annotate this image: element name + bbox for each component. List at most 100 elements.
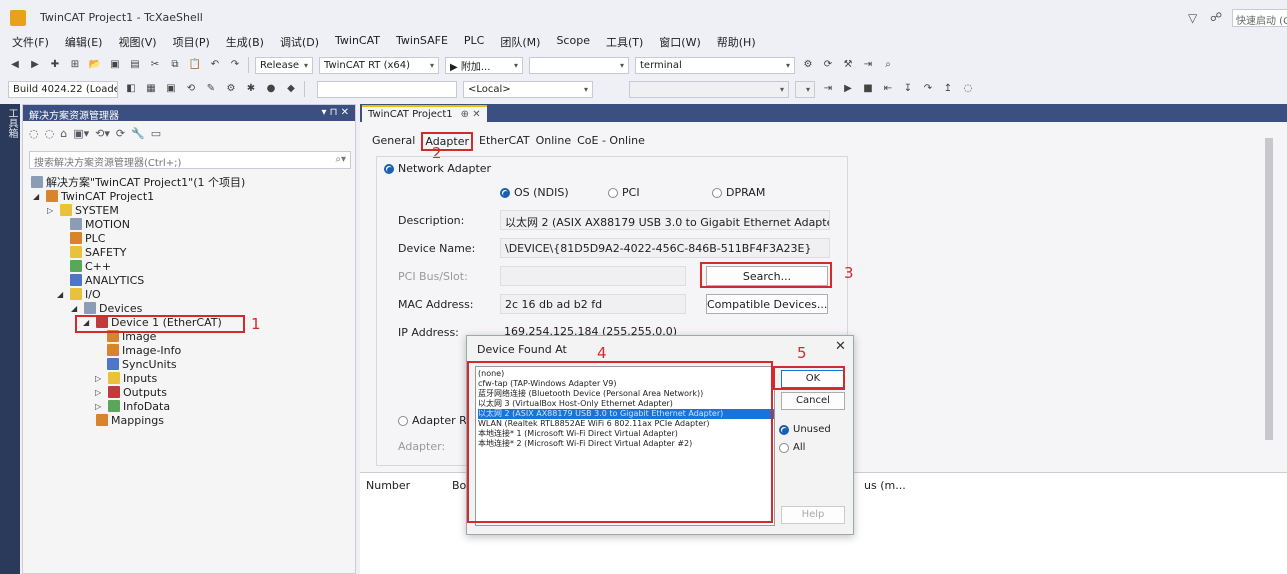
plc-start-icon[interactable]: ▶ <box>841 82 855 96</box>
tree-inputs-node[interactable]: ▷ Inputs <box>95 371 157 385</box>
open-icon[interactable]: 📂 <box>88 58 102 72</box>
compatible-devices-button[interactable]: Compatible Devices... <box>706 294 828 314</box>
menu-file[interactable]: 文件(F) <box>12 34 49 52</box>
tree-safety-node[interactable]: SAFETY <box>57 245 126 259</box>
tree-infodata-node[interactable]: ▷ InfoData <box>95 399 170 413</box>
config-mode-icon[interactable]: ⚒ <box>841 58 855 72</box>
menu-team[interactable]: 团队(M) <box>500 34 540 52</box>
menu-edit[interactable]: 编辑(E) <box>65 34 103 52</box>
debug-icon[interactable]: ✱ <box>244 82 258 96</box>
radio-os-ndis[interactable]: OS (NDIS) <box>500 186 569 199</box>
activate-config-icon[interactable]: ⚙ <box>801 58 815 72</box>
vertical-scrollbar[interactable] <box>1265 138 1273 440</box>
radio-unused-dot[interactable] <box>779 424 789 435</box>
radio-pci[interactable]: PCI <box>608 186 640 199</box>
solution-search-input[interactable]: 搜索解决方案资源管理器(Ctrl+;) ⌕▾ <box>29 151 351 169</box>
find-combo[interactable]: terminal ▾ <box>635 56 795 74</box>
tab-general[interactable]: General <box>372 132 415 151</box>
radio-all[interactable]: All <box>779 442 805 453</box>
column-status[interactable]: us (m... <box>864 479 906 492</box>
cancel-button[interactable]: Cancel <box>781 392 845 410</box>
plc-logout-icon[interactable]: ⇤ <box>881 82 895 96</box>
menu-view[interactable]: 视图(V) <box>118 34 156 52</box>
tab-twincat-project1[interactable]: TwinCAT Project1 ⊕ ✕ <box>362 105 487 122</box>
menu-tools[interactable]: 工具(T) <box>606 34 643 52</box>
menu-scope[interactable]: Scope <box>556 34 590 52</box>
new-project-icon[interactable]: ✚ <box>48 58 62 72</box>
add-item-icon[interactable]: ⊞ <box>68 58 82 72</box>
menu-plc[interactable]: PLC <box>464 34 484 52</box>
menu-build[interactable]: 生成(B) <box>226 34 264 52</box>
column-number[interactable]: Number <box>366 479 410 492</box>
tree-project-node[interactable]: ◢ TwinCAT Project1 <box>33 189 154 203</box>
menu-window[interactable]: 窗口(W) <box>659 34 700 52</box>
redo-icon[interactable]: ↷ <box>228 58 242 72</box>
watch-icon[interactable]: ◆ <box>284 82 298 96</box>
preview-icon[interactable]: ▭ <box>151 127 161 140</box>
build-select[interactable]: Build 4024.22 (Loaded▾ <box>8 80 118 98</box>
undo-icon[interactable]: ↶ <box>208 58 222 72</box>
login-icon[interactable]: ⇥ <box>861 58 875 72</box>
save-all-icon[interactable]: ▤ <box>128 58 142 72</box>
grid-icon[interactable]: ▦ <box>144 82 158 96</box>
breakpoint-icon[interactable]: ● <box>264 82 278 96</box>
radio-adapter-reference[interactable] <box>398 415 408 426</box>
copy-icon[interactable]: ⧉ <box>168 58 182 72</box>
menu-twinsafe[interactable]: TwinSAFE <box>396 34 448 52</box>
help-button[interactable]: Help <box>781 506 845 524</box>
refresh-icon[interactable]: ⟳ <box>116 127 125 140</box>
attach-button[interactable]: ▶ 附加... ▾ <box>445 56 523 74</box>
close-icon[interactable]: ⊕ ✕ <box>461 109 481 120</box>
scan-icon[interactable]: ⌕ <box>881 58 895 72</box>
tree-devices-node[interactable]: ◢ Devices <box>71 301 142 315</box>
switch-views-icon[interactable]: ▣▾ <box>73 127 89 140</box>
tree-system-node[interactable]: ▷ SYSTEM <box>47 203 119 217</box>
plc-login-icon[interactable]: ⇥ <box>821 82 835 96</box>
blank-select[interactable]: ▾ <box>529 56 629 74</box>
plc-stop-icon[interactable]: ■ <box>861 82 875 96</box>
properties-icon[interactable]: 🔧 <box>131 127 145 140</box>
menu-help[interactable]: 帮助(H) <box>717 34 756 52</box>
panel-controls[interactable]: ▾ ⊓ ✕ <box>321 107 349 119</box>
feedback-icon[interactable]: ☍ <box>1210 10 1222 24</box>
tab-ethercat[interactable]: EtherCAT <box>479 132 530 151</box>
column-bo[interactable]: Bo <box>452 479 466 492</box>
tree-mappings-node[interactable]: Mappings <box>83 413 164 427</box>
radio-network-adapter[interactable] <box>384 163 394 174</box>
radio-all-dot[interactable] <box>779 442 789 453</box>
radio-dpram[interactable]: DPRAM <box>712 186 765 199</box>
tab-online[interactable]: Online <box>536 132 571 151</box>
tree-analytics-node[interactable]: ANALYTICS <box>57 273 144 287</box>
step-into-icon[interactable]: ↧ <box>901 82 915 96</box>
configuration-select[interactable]: Release ▾ <box>255 56 313 74</box>
blank-combo[interactable] <box>317 80 457 98</box>
radio-dpram-dot[interactable] <box>712 187 722 198</box>
menu-twincat[interactable]: TwinCAT <box>335 34 380 52</box>
target-system-select[interactable]: <Local> ▾ <box>463 80 593 98</box>
save-icon[interactable]: ▣ <box>108 58 122 72</box>
home-icon[interactable]: ⌂ <box>60 127 67 140</box>
quick-launch-input[interactable]: 快速启动 (Ctrl+Q) <box>1232 9 1287 27</box>
radio-unused[interactable]: Unused <box>779 424 831 435</box>
back-icon[interactable]: ◀ <box>8 58 22 72</box>
forward-icon[interactable]: ◌ <box>45 127 55 140</box>
close-icon[interactable]: ✕ <box>835 339 846 354</box>
restart-run-icon[interactable]: ⟳ <box>821 58 835 72</box>
forward-icon[interactable]: ▶ <box>28 58 42 72</box>
tree-io-node[interactable]: ◢ I/O <box>57 287 101 301</box>
tree-cpp-node[interactable]: C++ <box>57 259 111 273</box>
radio-pci-dot[interactable] <box>608 187 618 198</box>
menu-debug[interactable]: 调试(D) <box>280 34 319 52</box>
adapter-reference-radio[interactable]: Adapter Re <box>398 414 473 427</box>
pending-changes-icon[interactable]: ⟲▾ <box>95 127 110 140</box>
network-adapter-radio[interactable]: Network Adapter <box>384 162 492 175</box>
filter-icon[interactable]: ▽ <box>1188 11 1197 25</box>
plc-instance-select[interactable]: ▾ <box>795 80 815 98</box>
tree-motion-node[interactable]: MOTION <box>57 217 130 231</box>
tree-image-info-node[interactable]: Image-Info <box>107 343 181 357</box>
activate-icon[interactable]: ▣ <box>164 82 178 96</box>
back-icon[interactable]: ◌ <box>29 127 39 140</box>
reload-icon[interactable]: ⟲ <box>184 82 198 96</box>
plc-project-select[interactable]: ▾ <box>629 80 789 98</box>
step-out-icon[interactable]: ↥ <box>941 82 955 96</box>
